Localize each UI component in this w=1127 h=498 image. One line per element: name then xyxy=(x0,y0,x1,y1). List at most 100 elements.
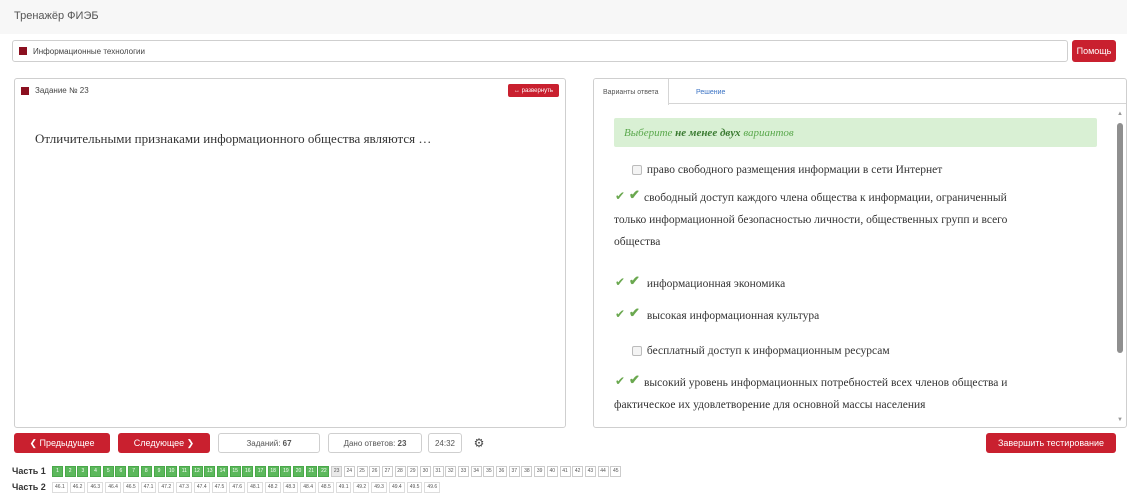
prev-button[interactable]: ❮ Предыдущее xyxy=(14,433,110,453)
part-2-question-46.1[interactable]: 46.1 xyxy=(52,481,68,493)
part-1-question-8[interactable]: 8 xyxy=(140,465,152,477)
part-2-question-48.2[interactable]: 48.2 xyxy=(264,481,281,493)
part-2-question-49.4[interactable]: 49.4 xyxy=(388,481,405,493)
settings-gear-icon[interactable]: ⚙ xyxy=(469,433,489,453)
part-2-question-46.2[interactable]: 46.2 xyxy=(69,481,86,493)
part-1-question-40[interactable]: 40 xyxy=(546,465,558,477)
part-2-question-46.3[interactable]: 46.3 xyxy=(87,481,104,493)
answer-option-6[interactable]: ✔ ✔ высокий уровень информационных потребн… xyxy=(614,372,1097,416)
part-1-question-16[interactable]: 16 xyxy=(242,465,254,477)
answer-option-5[interactable]: бесплатный доступ к информационным ресур… xyxy=(614,340,1097,362)
part-2-question-48.1[interactable]: 48.1 xyxy=(247,481,263,493)
part-1-question-42[interactable]: 42 xyxy=(572,465,584,477)
option-text: свободный доступ каждого члена общества … xyxy=(644,192,1007,204)
answer-option-1[interactable]: право свободного размещения информации в… xyxy=(614,159,1097,181)
part-1-question-13[interactable]: 13 xyxy=(204,465,216,477)
part-1-question-10[interactable]: 10 xyxy=(166,465,178,477)
tab-answer-options[interactable]: Варианты ответа xyxy=(594,79,669,105)
checkbox-checked-icon[interactable]: ✔ xyxy=(629,373,640,387)
part-1-question-6[interactable]: 6 xyxy=(115,465,127,477)
part-1-question-11[interactable]: 11 xyxy=(178,465,190,477)
part-1-question-18[interactable]: 18 xyxy=(267,465,279,477)
part-2-question-48.3[interactable]: 48.3 xyxy=(282,481,299,493)
part-1-question-36[interactable]: 36 xyxy=(496,465,508,477)
checkbox-checked-icon[interactable]: ✔ xyxy=(629,188,640,202)
finish-test-button[interactable]: Завершить тестирование xyxy=(986,433,1116,453)
next-button[interactable]: Следующее ❯ xyxy=(118,433,210,453)
checkbox-checked-icon[interactable]: ✔ xyxy=(629,306,640,320)
part-1-question-3[interactable]: 3 xyxy=(77,465,89,477)
part-1-question-41[interactable]: 41 xyxy=(559,465,571,477)
part-1-question-9[interactable]: 9 xyxy=(153,465,165,477)
part-1-question-38[interactable]: 38 xyxy=(521,465,533,477)
tab-solution[interactable]: Решение xyxy=(687,79,734,105)
part-2-question-49.5[interactable]: 49.5 xyxy=(406,481,423,493)
help-button[interactable]: Помощь xyxy=(1072,40,1116,62)
part-1-question-15[interactable]: 15 xyxy=(229,465,241,477)
checkbox-unchecked-icon[interactable] xyxy=(632,346,642,357)
part-2-question-47.3[interactable]: 47.3 xyxy=(176,481,192,493)
option-marks xyxy=(614,345,644,357)
scroll-down-icon[interactable]: ▼ xyxy=(1117,417,1123,423)
part-2-question-49.6[interactable]: 49.6 xyxy=(424,481,441,493)
part-1-question-44[interactable]: 44 xyxy=(597,465,609,477)
answer-option-4[interactable]: ✔ ✔ высокая информационная культура xyxy=(614,305,1097,327)
part-2-question-49.1[interactable]: 49.1 xyxy=(335,481,352,493)
answers-tabs: Варианты ответа Решение xyxy=(594,79,1126,105)
part-1-question-45[interactable]: 45 xyxy=(610,465,622,477)
part-1-question-22[interactable]: 22 xyxy=(318,465,330,477)
part-1-question-25[interactable]: 25 xyxy=(356,465,368,477)
part-1-question-30[interactable]: 30 xyxy=(419,465,431,477)
part-2-question-48.4[interactable]: 48.4 xyxy=(300,481,317,493)
answer-option-3[interactable]: ✔ ✔ информационная экономика xyxy=(614,273,1097,295)
part-1-question-32[interactable]: 32 xyxy=(445,465,457,477)
scrollbar-thumb[interactable] xyxy=(1117,123,1123,353)
option-marks: ✔ ✔ xyxy=(614,373,644,389)
part-2-question-47.2[interactable]: 47.2 xyxy=(158,481,175,493)
part-2-question-49.2[interactable]: 49.2 xyxy=(353,481,370,493)
part-1-question-37[interactable]: 37 xyxy=(508,465,520,477)
part-1-question-17[interactable]: 17 xyxy=(255,465,266,477)
part-2-question-49.3[interactable]: 49.3 xyxy=(371,481,387,493)
part-1-question-1[interactable]: 1 xyxy=(52,465,63,477)
scroll-up-icon[interactable]: ▲ xyxy=(1117,111,1123,117)
checkbox-unchecked-icon[interactable] xyxy=(632,165,642,176)
part-2-question-47.4[interactable]: 47.4 xyxy=(193,481,210,493)
part-1-question-21[interactable]: 21 xyxy=(305,465,317,477)
part-1-question-26[interactable]: 26 xyxy=(369,465,381,477)
part-2-items: 46.1 46.2 46.3 46.4 46.5 47.1 47.2 47.3 47.4 47.5… xyxy=(52,481,442,493)
part-1-question-31[interactable]: 31 xyxy=(432,465,444,477)
part-1-question-24[interactable]: 24 xyxy=(343,465,355,477)
part-2-question-46.4[interactable]: 46.4 xyxy=(105,481,121,493)
answer-option-2[interactable]: ✔ ✔ свободный доступ каждого члена обществ… xyxy=(614,187,1097,253)
subject-bar: Информационные технологии xyxy=(12,40,1068,62)
part-1-question-14[interactable]: 14 xyxy=(216,465,228,477)
part-1-question-2[interactable]: 2 xyxy=(64,465,76,477)
expand-button[interactable]: ↔ развернуть xyxy=(507,84,559,97)
part-1-question-19[interactable]: 19 xyxy=(280,465,292,477)
part-1-question-28[interactable]: 28 xyxy=(394,465,406,477)
part-2-row: Часть 2 46.1 46.2 46.3 46.4 46.5 47.1 47.2 47.3… xyxy=(12,481,442,493)
part-1-question-12[interactable]: 12 xyxy=(191,465,203,477)
option-text: информационная экономика xyxy=(646,278,786,290)
part-1-question-34[interactable]: 34 xyxy=(470,465,482,477)
checkbox-checked-icon[interactable]: ✔ xyxy=(629,274,640,288)
part-1-question-39[interactable]: 39 xyxy=(534,465,546,477)
part-2-question-47.5[interactable]: 47.5 xyxy=(211,481,228,493)
part-2-question-46.5[interactable]: 46.5 xyxy=(122,481,139,493)
part-1-question-5[interactable]: 5 xyxy=(102,465,114,477)
part-2-question-47.1[interactable]: 47.1 xyxy=(140,481,157,493)
part-1-question-33[interactable]: 33 xyxy=(458,465,469,477)
task-marker-icon xyxy=(21,86,29,95)
part-1-question-35[interactable]: 35 xyxy=(483,465,495,477)
part-1-question-20[interactable]: 20 xyxy=(293,465,305,477)
part-1-question-4[interactable]: 4 xyxy=(90,465,102,477)
part-2-question-48.5[interactable]: 48.5 xyxy=(318,481,334,493)
option-marks xyxy=(614,164,644,176)
part-1-question-7[interactable]: 7 xyxy=(128,465,140,477)
part-2-question-47.6[interactable]: 47.6 xyxy=(229,481,246,493)
part-1-question-29[interactable]: 29 xyxy=(407,465,419,477)
part-1-question-23[interactable]: 23 xyxy=(331,465,343,477)
part-1-question-27[interactable]: 27 xyxy=(381,465,393,477)
part-1-question-43[interactable]: 43 xyxy=(584,465,596,477)
